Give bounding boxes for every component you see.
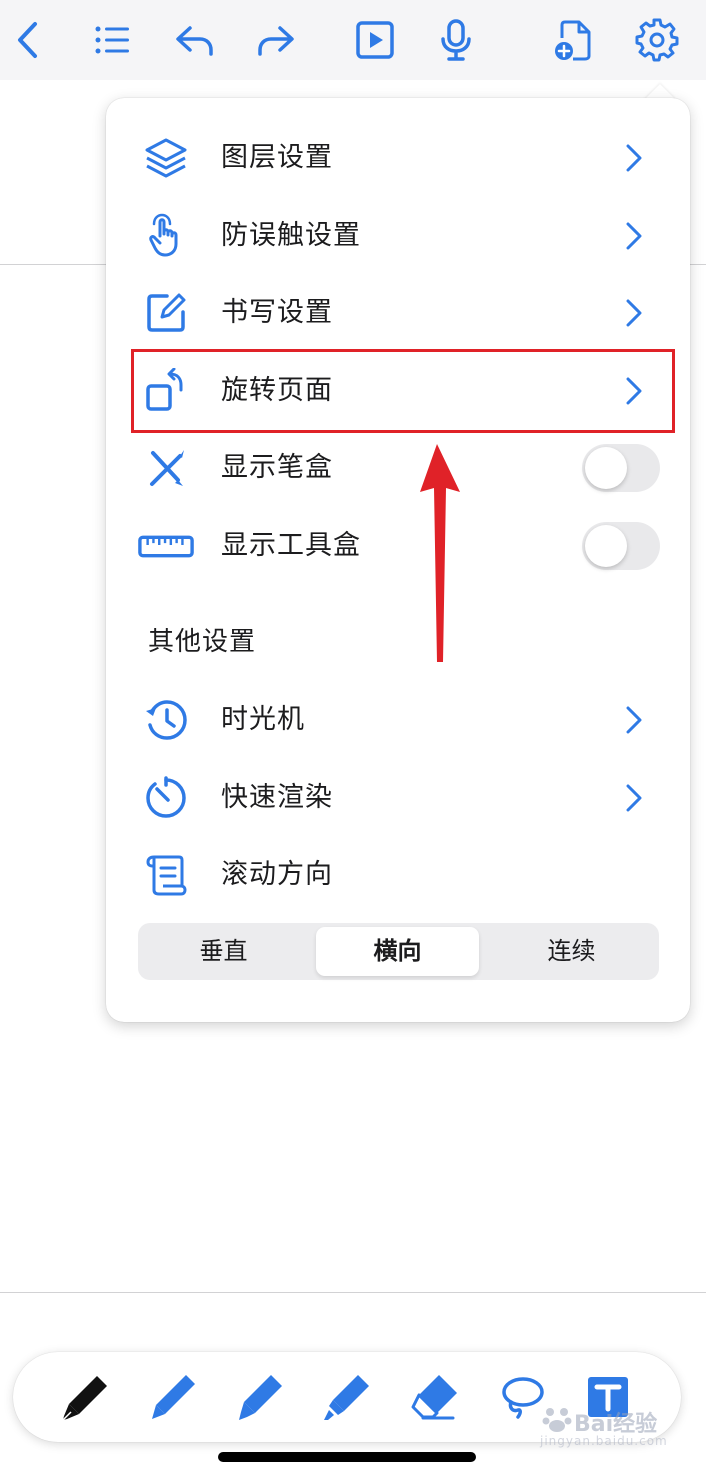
history-icon	[142, 696, 190, 744]
chevron-right-icon	[626, 144, 642, 172]
menu-item-scroll-direction: 滚动方向	[106, 838, 690, 912]
undo-button[interactable]	[167, 13, 221, 67]
add-page-icon	[555, 20, 591, 61]
menu-item-label: 滚动方向	[221, 859, 333, 890]
gear-icon	[635, 18, 679, 62]
highlighter-tool[interactable]	[318, 1368, 376, 1426]
fountain-pen-icon	[61, 1376, 107, 1422]
menu-item-label: 书写设置	[221, 297, 333, 328]
timer-icon	[142, 774, 190, 822]
menu-item-touch-protection[interactable]: 防误触设置	[106, 199, 690, 273]
play-icon	[356, 21, 394, 59]
show-pen-box-toggle[interactable]	[582, 444, 660, 492]
back-icon	[18, 22, 37, 58]
show-tool-box-toggle[interactable]	[582, 522, 660, 570]
chevron-right-icon	[626, 299, 642, 327]
menu-item-show-tool-box: 显示工具盒	[106, 509, 690, 583]
menu-item-label: 时光机	[221, 704, 305, 735]
menu-item-label: 防误触设置	[221, 220, 361, 251]
record-button[interactable]	[429, 13, 483, 67]
scroll-direction-segmented: 垂直 横向 连续	[138, 923, 659, 980]
menu-item-label: 图层设置	[221, 142, 333, 173]
menu-item-label: 显示工具盒	[221, 530, 361, 561]
ballpoint-pen-tool[interactable]	[144, 1368, 202, 1426]
touch-hand-icon	[142, 212, 190, 260]
microphone-icon	[441, 19, 471, 61]
watermark-url: jingyan.baidu.com	[540, 1434, 668, 1448]
app-screen: 图层设置 防误触设置 书写设置 旋转页面 显示笔盒 显示工具盒 其他设置 时光机…	[0, 0, 706, 1470]
paw-icon	[542, 1408, 572, 1432]
layers-icon	[142, 134, 190, 182]
ballpoint-pen-icon	[152, 1375, 195, 1419]
highlighter-icon	[324, 1375, 369, 1420]
toggle-knob	[585, 447, 627, 489]
pens-crossed-icon	[142, 444, 190, 492]
page-divider	[0, 1292, 706, 1293]
brush-pen-tool[interactable]	[231, 1368, 289, 1426]
brush-pen-icon	[239, 1375, 282, 1420]
annotation-arrow-icon	[420, 444, 460, 662]
edit-icon	[142, 289, 190, 337]
top-toolbar	[0, 0, 706, 80]
menu-item-fast-render[interactable]: 快速渲染	[106, 761, 690, 835]
scroll-icon	[142, 851, 190, 899]
eraser-tool[interactable]	[405, 1368, 463, 1426]
redo-icon	[258, 26, 294, 56]
menu-item-time-machine[interactable]: 时光机	[106, 683, 690, 757]
toggle-knob	[585, 525, 627, 567]
add-page-button[interactable]	[546, 13, 600, 67]
play-button[interactable]	[348, 13, 402, 67]
segment-vertical[interactable]: 垂直	[142, 927, 305, 976]
chevron-right-icon	[626, 706, 642, 734]
ruler-icon	[136, 522, 196, 570]
menu-item-show-pen-box: 显示笔盒	[106, 431, 690, 505]
home-indicator	[218, 1452, 476, 1462]
other-settings-title: 其他设置	[148, 627, 257, 657]
eraser-icon	[411, 1375, 457, 1420]
segment-horizontal[interactable]: 横向	[316, 927, 479, 976]
chevron-right-icon	[626, 784, 642, 812]
menu-item-writing[interactable]: 书写设置	[106, 276, 690, 350]
fountain-pen-tool[interactable]	[57, 1368, 115, 1426]
list-icon	[95, 26, 129, 54]
chevron-right-icon	[626, 222, 642, 250]
redo-button[interactable]	[249, 13, 303, 67]
menu-item-label: 显示笔盒	[221, 452, 333, 483]
settings-button[interactable]	[630, 13, 684, 67]
menu-item-layers[interactable]: 图层设置	[106, 121, 690, 195]
annotation-highlight-box	[131, 349, 675, 433]
back-button[interactable]	[2, 13, 56, 67]
undo-icon	[176, 26, 213, 56]
outline-button[interactable]	[85, 13, 139, 67]
menu-item-label: 快速渲染	[221, 782, 333, 813]
watermark-logo: Bai经验 jingyan.baidu.com	[540, 1402, 700, 1452]
segment-continuous[interactable]: 连续	[490, 927, 653, 976]
